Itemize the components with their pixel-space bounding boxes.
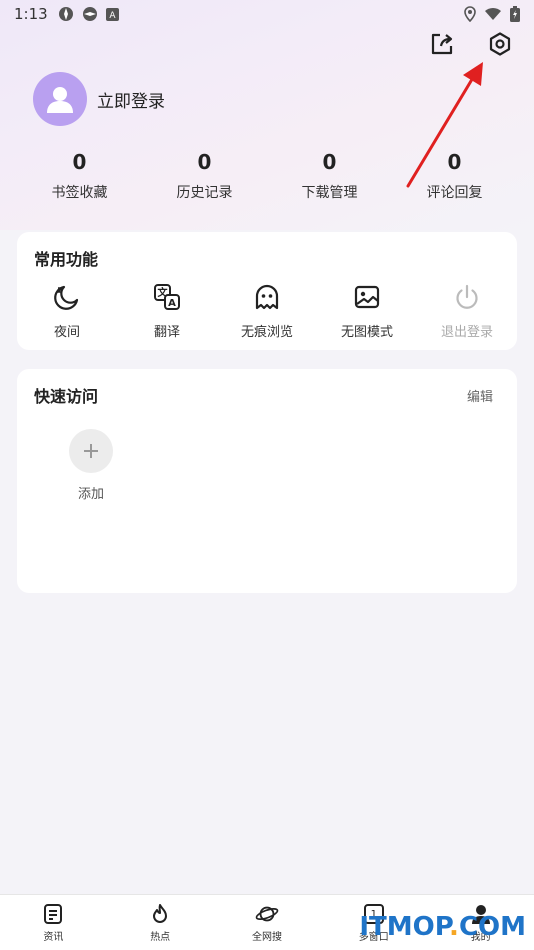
- nav-trending[interactable]: 热点: [107, 895, 214, 950]
- moon-icon: [52, 282, 82, 312]
- feature-label: 无痕浏览: [240, 325, 293, 340]
- share-icon: [431, 33, 453, 55]
- share-button[interactable]: [428, 30, 456, 58]
- stat-bookmarks[interactable]: 0 书签收藏: [17, 150, 142, 202]
- nav-label: 资讯: [43, 932, 64, 943]
- feature-label: 退出登录: [440, 325, 493, 340]
- planet-icon: [255, 902, 279, 926]
- watermark-dot: .: [449, 912, 459, 942]
- watermark-text: ITMOP: [359, 912, 450, 942]
- status-time: 1:13: [14, 5, 48, 23]
- app-notification-icon: [58, 7, 73, 21]
- translate-icon: 文A: [152, 282, 182, 312]
- feature-label: 无图模式: [340, 325, 393, 340]
- news-icon: [41, 902, 65, 926]
- night-mode-button[interactable]: 夜间: [17, 282, 117, 340]
- settings-icon: [489, 32, 511, 56]
- nav-news[interactable]: 资讯: [0, 895, 107, 950]
- login-label: 立即登录: [97, 91, 165, 112]
- nav-label: 全网搜: [251, 932, 282, 943]
- stats-row: 0 书签收藏 0 历史记录 0 下载管理 0 评论回复: [17, 150, 517, 202]
- no-image-mode-button[interactable]: 无图模式: [317, 282, 417, 340]
- ghost-icon: [252, 282, 282, 312]
- add-shortcut-button[interactable]: 添加: [69, 429, 113, 502]
- stat-count: 0: [447, 150, 462, 174]
- feature-label: 夜间: [53, 325, 80, 340]
- status-bar: 1:13 A: [0, 0, 534, 28]
- stat-count: 0: [322, 150, 337, 174]
- plus-icon: [69, 429, 113, 473]
- image-icon: [352, 282, 382, 312]
- wifi-icon: [485, 7, 501, 20]
- stat-count: 0: [197, 150, 212, 174]
- common-functions-card: 常用功能 夜间 文A 翻译 无痕浏览 无图模式 退出登录: [17, 232, 517, 350]
- stat-label: 书签收藏: [51, 185, 108, 201]
- login-entry[interactable]: 立即登录: [33, 72, 165, 126]
- watermark-logo: ITMOP.COM: [359, 912, 526, 942]
- card-title: 快速访问: [34, 387, 99, 406]
- watermark-suffix: COM: [458, 912, 526, 942]
- font-notification-icon: A: [105, 7, 119, 21]
- stat-comments[interactable]: 0 评论回复: [392, 150, 517, 202]
- location-icon: [464, 6, 476, 22]
- add-label: 添加: [77, 487, 104, 502]
- nav-label: 热点: [150, 932, 171, 943]
- card-title: 常用功能: [34, 250, 99, 269]
- user-avatar-icon: [47, 87, 73, 113]
- nav-search-all[interactable]: 全网搜: [214, 895, 321, 950]
- svg-text:A: A: [168, 298, 176, 309]
- power-icon: [452, 282, 482, 312]
- stat-history[interactable]: 0 历史记录: [142, 150, 267, 202]
- app-notification-icon: [82, 7, 97, 21]
- feature-label: 翻译: [153, 325, 180, 340]
- stat-count: 0: [72, 150, 87, 174]
- stat-label: 历史记录: [176, 185, 233, 201]
- edit-button[interactable]: 编辑: [467, 386, 493, 405]
- stat-label: 下载管理: [301, 185, 358, 201]
- svg-text:A: A: [109, 11, 116, 21]
- quick-access-card: 快速访问 编辑 添加: [17, 369, 517, 593]
- incognito-button[interactable]: 无痕浏览: [217, 282, 317, 340]
- stat-label: 评论回复: [426, 185, 483, 201]
- stat-downloads[interactable]: 0 下载管理: [267, 150, 392, 202]
- logout-button[interactable]: 退出登录: [417, 282, 517, 340]
- flame-icon: [148, 902, 172, 926]
- translate-button[interactable]: 文A 翻译: [117, 282, 217, 340]
- avatar: [33, 72, 87, 126]
- battery-icon: [510, 6, 520, 22]
- settings-button[interactable]: [486, 30, 514, 58]
